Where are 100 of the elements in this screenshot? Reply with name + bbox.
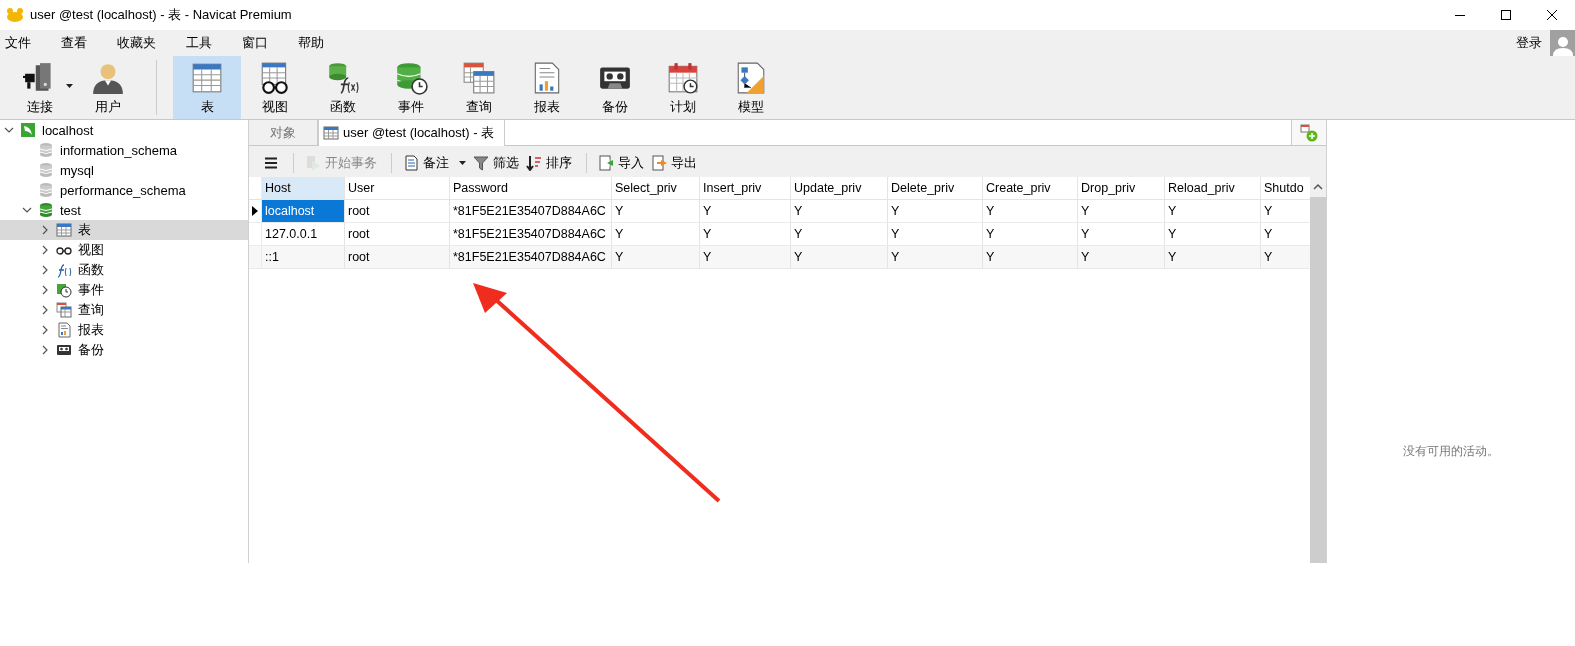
column-header[interactable]: Update_priv: [791, 177, 888, 199]
toolbar-button[interactable]: 函数: [309, 56, 377, 119]
tree-item[interactable]: localhost: [0, 120, 248, 140]
table-cell[interactable]: Y: [1165, 246, 1261, 268]
column-header[interactable]: Password: [450, 177, 612, 199]
database-icon: [38, 162, 54, 178]
collapse-chevron-icon[interactable]: [40, 325, 50, 335]
tree-item[interactable]: 事件: [0, 280, 248, 300]
table-cell[interactable]: Y: [700, 200, 791, 222]
table-cell[interactable]: Y: [888, 200, 983, 222]
toolbar-button[interactable]: 事件: [377, 56, 445, 119]
table-cell[interactable]: Y: [983, 223, 1078, 245]
column-header[interactable]: Host: [262, 177, 345, 199]
tab[interactable]: user @test (localhost) - 表: [318, 120, 506, 146]
collapse-chevron-icon[interactable]: [40, 265, 50, 275]
tree-item[interactable]: performance_schema: [0, 180, 248, 200]
toolbar-button[interactable]: 备注: [401, 151, 468, 174]
table-cell[interactable]: root: [345, 223, 450, 245]
table-cell[interactable]: Y: [791, 200, 888, 222]
stacked-tables-icon: [56, 302, 72, 318]
menu-item[interactable]: 工具: [181, 34, 225, 52]
tree-item[interactable]: 备份: [0, 340, 248, 360]
filter-icon: [473, 154, 489, 171]
collapse-chevron-icon[interactable]: [40, 245, 50, 255]
table-cell[interactable]: *81F5E21E35407D884A6C: [450, 200, 612, 222]
collapse-chevron-icon[interactable]: [40, 225, 50, 235]
expand-chevron-icon[interactable]: [4, 125, 14, 135]
menu-item[interactable]: 窗口: [237, 34, 281, 52]
toolbar-button[interactable]: 表: [173, 56, 241, 119]
table-cell[interactable]: root: [345, 200, 450, 222]
toolbar-button[interactable]: 导出: [649, 151, 699, 174]
tree-item[interactable]: information_schema: [0, 140, 248, 160]
toolbar-button[interactable]: 报表: [513, 56, 581, 119]
toolbar-button[interactable]: 模型: [717, 56, 785, 119]
toolbar-button[interactable]: 排序: [524, 151, 574, 174]
tree-item[interactable]: 报表: [0, 320, 248, 340]
table-cell[interactable]: 127.0.0.1: [262, 223, 345, 245]
caret-icon[interactable]: [459, 160, 466, 165]
avatar-icon[interactable]: [1550, 30, 1575, 56]
table-icon: [323, 125, 339, 141]
table-cell[interactable]: Y: [1078, 200, 1165, 222]
table-cell[interactable]: Y: [700, 223, 791, 245]
toolbar-button[interactable]: 查询: [445, 56, 513, 119]
table-cell[interactable]: Y: [888, 246, 983, 268]
document-icon: [403, 154, 419, 171]
toolbar-button[interactable]: 筛选: [471, 151, 521, 174]
toolbar-button[interactable]: 用户: [74, 56, 142, 119]
table-cell[interactable]: Y: [1078, 223, 1165, 245]
table-cell[interactable]: Y: [612, 246, 700, 268]
column-header[interactable]: Create_priv: [983, 177, 1078, 199]
toolbar-button[interactable]: 导入: [596, 151, 646, 174]
expand-chevron-icon[interactable]: [22, 205, 32, 215]
tree-item[interactable]: test: [0, 200, 248, 220]
table-cell[interactable]: *81F5E21E35407D884A6C: [450, 223, 612, 245]
add-table-icon[interactable]: [1292, 120, 1326, 145]
table-cell[interactable]: ::1: [262, 246, 345, 268]
collapse-chevron-icon[interactable]: [40, 305, 50, 315]
tree-item[interactable]: mysql: [0, 160, 248, 180]
table-cell[interactable]: localhost: [262, 200, 345, 222]
table-cell[interactable]: Y: [791, 223, 888, 245]
caret-icon[interactable]: [66, 84, 73, 88]
function-icon: [56, 262, 72, 278]
table-cell[interactable]: root: [345, 246, 450, 268]
table-cell[interactable]: Y: [791, 246, 888, 268]
table-cell[interactable]: Y: [700, 246, 791, 268]
calendar-clock-icon: [666, 61, 700, 95]
scroll-up-icon[interactable]: [1313, 183, 1323, 191]
table-cell[interactable]: Y: [1165, 200, 1261, 222]
maximize-icon: [1500, 9, 1512, 21]
collapse-chevron-icon[interactable]: [40, 285, 50, 295]
table-cell[interactable]: Y: [983, 246, 1078, 268]
tree-item[interactable]: 查询: [0, 300, 248, 320]
table-cell[interactable]: Y: [612, 223, 700, 245]
toolbar-button[interactable]: 视图: [241, 56, 309, 119]
toolbar-button[interactable]: 备份: [581, 56, 649, 119]
table-cell[interactable]: Y: [1078, 246, 1165, 268]
column-header[interactable]: Reload_priv: [1165, 177, 1261, 199]
menu-item[interactable]: 查看: [56, 34, 100, 52]
table-cell[interactable]: Y: [888, 223, 983, 245]
collapse-chevron-icon[interactable]: [40, 345, 50, 355]
menu-item[interactable]: 帮助: [293, 34, 337, 52]
tree-item[interactable]: 函数: [0, 260, 248, 280]
login-link[interactable]: 登录: [1511, 34, 1550, 52]
toolbar-button[interactable]: 连接: [6, 56, 74, 119]
toolbar-button[interactable]: 计划: [649, 56, 717, 119]
table-cell[interactable]: Y: [1165, 223, 1261, 245]
column-header[interactable]: Insert_priv: [700, 177, 791, 199]
report-document-icon: [56, 322, 72, 338]
menu-item[interactable]: 文件: [0, 34, 44, 52]
column-header[interactable]: User: [345, 177, 450, 199]
tree-item[interactable]: 表: [0, 220, 248, 240]
column-header[interactable]: Delete_priv: [888, 177, 983, 199]
column-header[interactable]: Drop_priv: [1078, 177, 1165, 199]
table-cell[interactable]: *81F5E21E35407D884A6C: [450, 246, 612, 268]
tree-item[interactable]: 视图: [0, 240, 248, 260]
table-cell[interactable]: Y: [983, 200, 1078, 222]
table-icon: [56, 222, 72, 238]
menu-item[interactable]: 收藏夹: [112, 34, 169, 52]
table-cell[interactable]: Y: [612, 200, 700, 222]
column-header[interactable]: Select_priv: [612, 177, 700, 199]
